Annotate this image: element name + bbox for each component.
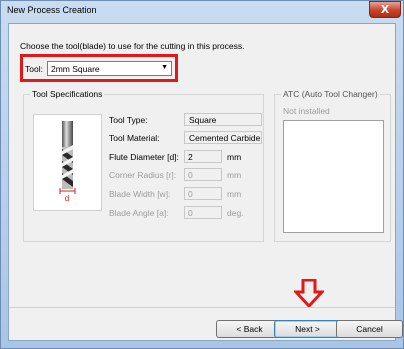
blade-width-field: 0 xyxy=(184,187,222,200)
back-button[interactable]: < Back xyxy=(216,320,283,338)
tool-specifications-group: Tool Specifications d Tool Type: Square … xyxy=(23,89,264,242)
close-button[interactable]: X xyxy=(369,1,401,18)
flute-diameter-unit: mm xyxy=(227,152,242,162)
flute-diameter-field: 2 xyxy=(184,150,222,163)
atc-title: ATC (Auto Tool Changer) xyxy=(281,89,380,99)
close-icon: X xyxy=(380,3,390,16)
end-mill-icon: d xyxy=(59,121,76,203)
blade-angle-unit: deg. xyxy=(227,208,244,218)
tool-material-label: Tool Material: xyxy=(109,133,160,143)
atc-status: Not installed xyxy=(283,106,330,116)
dialog-body: Choose the tool(blade) to use for the cu… xyxy=(8,23,403,341)
flute-diameter-label: Flute Diameter [d]: xyxy=(109,152,179,162)
tool-type-label: Tool Type: xyxy=(109,115,148,125)
cancel-button[interactable]: Cancel xyxy=(336,320,403,338)
dialog-window: New Process Creation X Choose the tool(b… xyxy=(0,0,404,349)
end-mill-image: d xyxy=(33,114,102,211)
tool-material-field: Cemented Carbide xyxy=(184,131,262,144)
dimension-label-d: d xyxy=(65,194,69,203)
divider xyxy=(9,307,395,308)
tool-type-field: Square xyxy=(184,113,262,126)
blade-angle-field: 0 xyxy=(184,206,222,219)
corner-radius-field: 0 xyxy=(184,168,222,181)
tool-label: Tool: xyxy=(25,64,43,74)
blade-angle-label: Blade Angle [a]: xyxy=(109,208,169,218)
blade-width-label: Blade Width [w]: xyxy=(109,189,171,199)
atc-tool-list[interactable] xyxy=(283,120,384,233)
tool-specifications-title: Tool Specifications xyxy=(30,89,105,99)
corner-radius-unit: mm xyxy=(227,170,242,180)
window-title: New Process Creation xyxy=(7,5,97,15)
next-button[interactable]: Next > xyxy=(274,320,341,338)
blade-width-unit: mm xyxy=(227,189,242,199)
corner-radius-label: Corner Radius [r]: xyxy=(109,170,177,180)
arrow-down-icon xyxy=(294,279,324,307)
atc-group: ATC (Auto Tool Changer) Not installed xyxy=(274,89,391,242)
tool-dropdown[interactable]: 2mm Square ▼ xyxy=(47,61,172,76)
chevron-down-icon: ▼ xyxy=(161,64,168,71)
instruction-text: Choose the tool(blade) to use for the cu… xyxy=(20,41,245,51)
tool-dropdown-value: 2mm Square xyxy=(51,64,100,74)
title-bar[interactable]: New Process Creation X xyxy=(1,1,403,23)
